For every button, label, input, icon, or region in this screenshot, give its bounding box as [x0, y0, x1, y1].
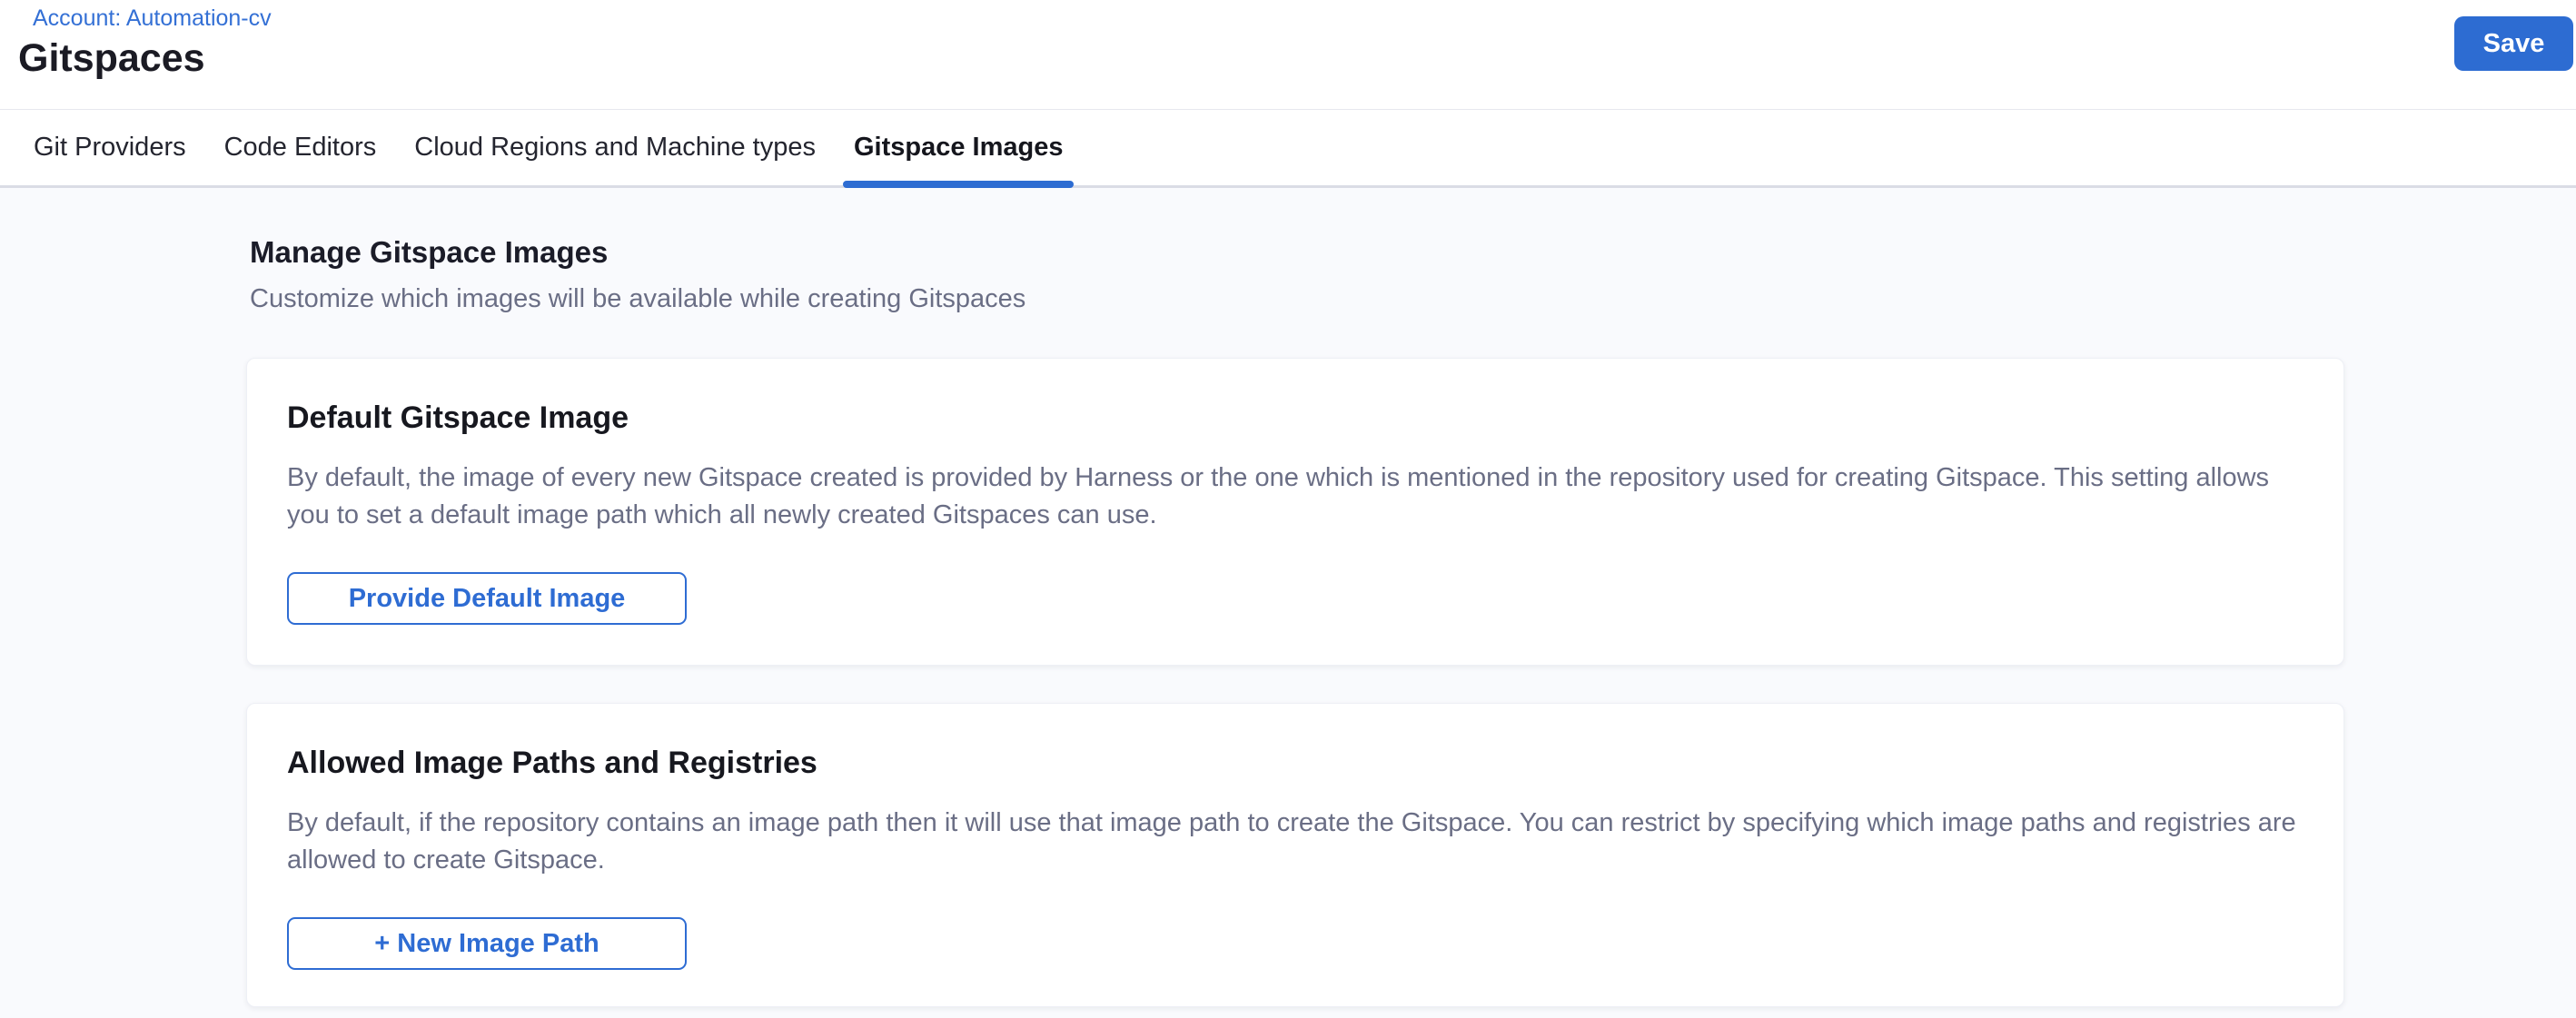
page-header: Account: Automation-cv Gitspaces Save [0, 0, 2576, 109]
tab-gitspace-images[interactable]: Gitspace Images [854, 110, 1064, 185]
card-description-allowed-image-paths: By default, if the repository contains a… [287, 805, 2304, 879]
card-title-default-gitspace-image: Default Gitspace Image [287, 400, 2304, 436]
default-gitspace-image-card: Default Gitspace Image By default, the i… [246, 358, 2344, 666]
tab-code-editors[interactable]: Code Editors [224, 110, 377, 185]
page-title: Gitspaces [18, 36, 205, 81]
gitspaces-settings-page: Account: Automation-cv Gitspaces Save Gi… [0, 0, 2576, 1018]
tab-cloud-regions-and-machine-types[interactable]: Cloud Regions and Machine types [414, 110, 816, 185]
account-breadcrumb-link[interactable]: Account: Automation-cv [33, 5, 272, 32]
tab-content-gitspace-images: Manage Gitspace Images Customize which i… [0, 188, 2576, 1018]
save-button[interactable]: Save [2454, 16, 2573, 71]
allowed-image-paths-card: Allowed Image Paths and Registries By de… [246, 703, 2344, 1007]
card-description-default-gitspace-image: By default, the image of every new Gitsp… [287, 460, 2304, 534]
provide-default-image-button[interactable]: Provide Default Image [287, 572, 687, 625]
section-heading: Manage Gitspace Images [246, 235, 2344, 270]
section-subheading: Customize which images will be available… [246, 284, 2344, 314]
new-image-path-button[interactable]: + New Image Path [287, 917, 687, 970]
settings-tab-bar: Git Providers Code Editors Cloud Regions… [0, 109, 2576, 188]
card-title-allowed-image-paths: Allowed Image Paths and Registries [287, 746, 2304, 781]
tab-git-providers[interactable]: Git Providers [34, 110, 186, 185]
